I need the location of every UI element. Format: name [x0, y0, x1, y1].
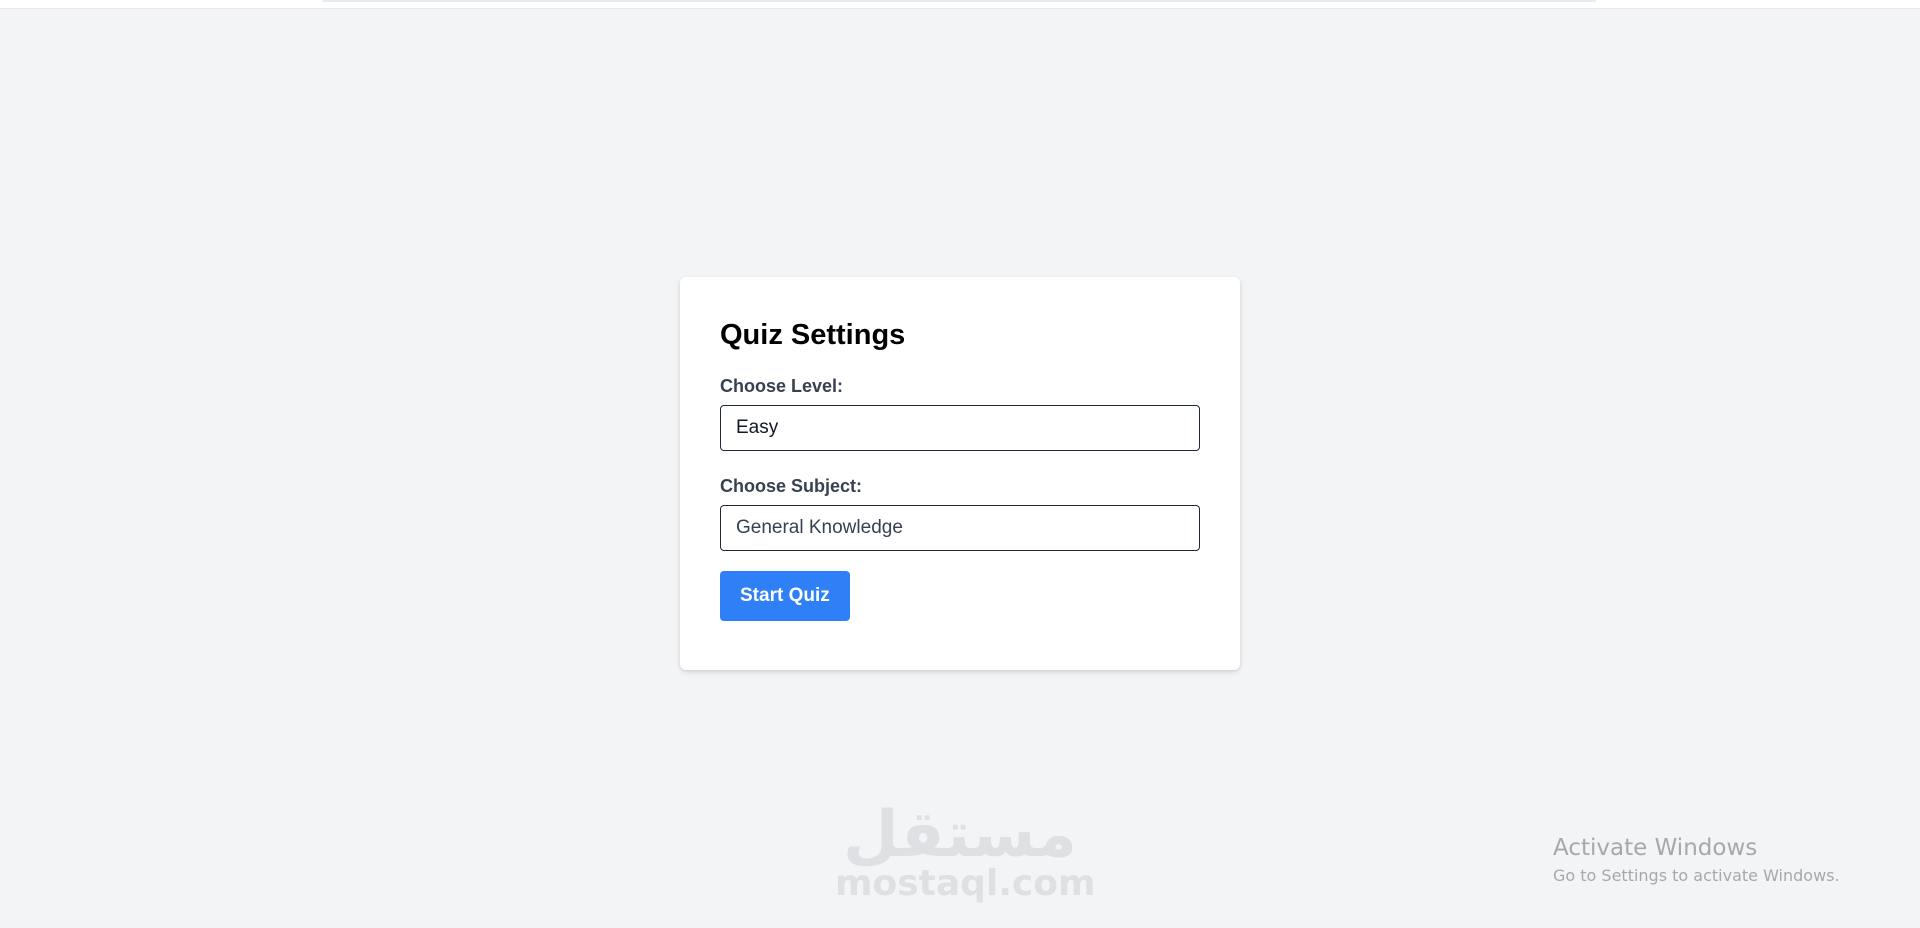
page-title: Quiz Settings [720, 319, 906, 351]
subject-select[interactable]: General Knowledge [720, 505, 1200, 551]
mostaql-watermark: مستقل mostaql.com [835, 798, 1096, 904]
level-label: Choose Level: [720, 376, 844, 396]
watermark-arabic-text: مستقل [842, 798, 1078, 872]
activate-windows-notice: Activate Windows Go to Settings to activ… [1553, 833, 1840, 887]
watermark-latin-text: mostaql.com [835, 863, 1096, 904]
subject-label: Choose Subject: [720, 476, 863, 496]
quiz-settings-card: Quiz Settings Choose Level: Easy Choose … [680, 277, 1240, 670]
subject-select-value: General Knowledge [736, 517, 903, 538]
level-select[interactable]: Easy [720, 405, 1200, 451]
level-select-value: Easy [736, 417, 779, 438]
browser-top-bar [0, 0, 1920, 9]
activate-windows-subtitle: Go to Settings to activate Windows. [1553, 866, 1840, 885]
activate-windows-title: Activate Windows [1553, 835, 1758, 861]
start-quiz-button[interactable]: Start Quiz [720, 571, 850, 621]
address-bar-edge [322, 0, 1596, 2]
